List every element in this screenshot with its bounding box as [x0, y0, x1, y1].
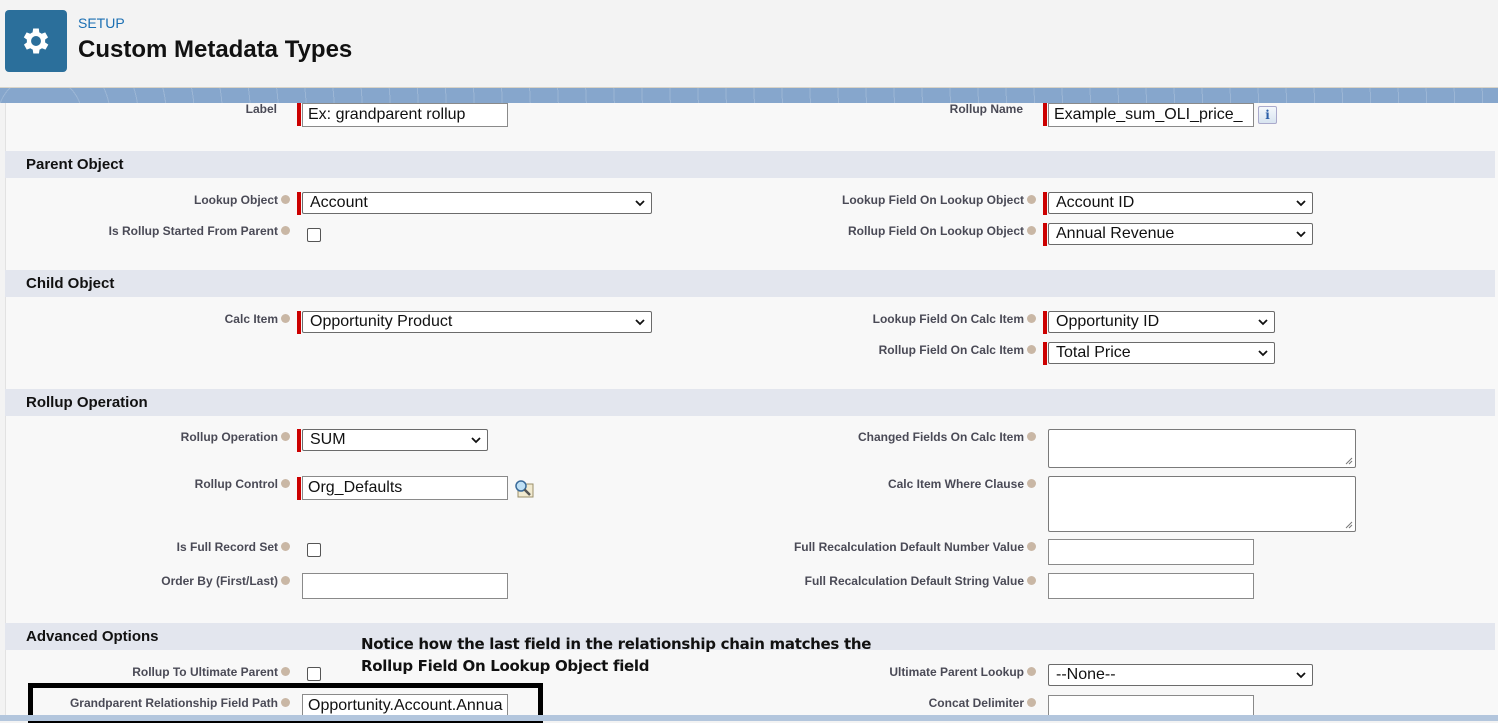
ultimate-parent-lookup-select[interactable]: --None--	[1048, 664, 1313, 686]
help-icon[interactable]	[1027, 226, 1036, 236]
lookup-field-on-lookup-object-select[interactable]: Account ID	[1048, 192, 1313, 214]
help-icon[interactable]	[1027, 667, 1036, 677]
calc-item-select[interactable]: Opportunity Product	[302, 311, 652, 333]
rollup-field-on-lookup-object-label: Rollup Field On Lookup Object	[848, 224, 1036, 238]
label-field-label: Label	[245, 102, 277, 116]
required-indicator	[1043, 342, 1047, 365]
rollup-to-ultimate-parent-label: Rollup To Ultimate Parent	[132, 665, 290, 679]
help-icon[interactable]	[1027, 479, 1036, 489]
calc-item-where-clause-label: Calc Item Where Clause	[888, 477, 1036, 491]
chevron-down-icon	[471, 437, 481, 444]
changed-fields-on-calc-item-textarea[interactable]	[1048, 429, 1356, 468]
section-title: Advanced Options	[26, 628, 159, 645]
chevron-down-icon	[1296, 200, 1306, 207]
page-header: SETUP Custom Metadata Types	[0, 0, 1498, 88]
section-title: Child Object	[26, 275, 115, 292]
chevron-down-icon	[1258, 319, 1268, 326]
chevron-down-icon	[1296, 672, 1306, 679]
full-recalc-default-string-label: Full Recalculation Default String Value	[805, 574, 1036, 588]
annotation-line-2: Rollup Field On Lookup Object field	[361, 657, 650, 675]
lookup-field-on-lookup-object-label: Lookup Field On Lookup Object	[842, 193, 1036, 207]
setup-app-icon	[5, 10, 67, 72]
is-full-record-set-checkbox[interactable]	[307, 543, 321, 557]
help-icon[interactable]	[281, 432, 290, 442]
help-icon[interactable]	[281, 667, 290, 677]
rollup-control-label: Rollup Control	[195, 477, 290, 491]
lookup-object-select[interactable]: Account	[302, 192, 652, 214]
help-icon[interactable]	[1027, 576, 1036, 586]
changed-fields-on-calc-item-label: Changed Fields On Calc Item	[858, 430, 1036, 444]
resize-grip-icon[interactable]	[1345, 457, 1353, 465]
resize-grip-icon[interactable]	[1345, 521, 1353, 529]
lookup-search-icon[interactable]	[513, 478, 535, 498]
rollup-operation-label: Rollup Operation	[181, 430, 290, 444]
order-by-label: Order By (First/Last)	[161, 574, 290, 588]
help-icon[interactable]	[281, 576, 290, 586]
full-recalc-default-number-input[interactable]	[1048, 539, 1254, 565]
is-rollup-started-from-parent-label: Is Rollup Started From Parent	[109, 224, 290, 238]
page-title: Custom Metadata Types	[78, 36, 353, 63]
section-parent-object: Parent Object	[5, 151, 1495, 178]
full-recalc-default-string-input[interactable]	[1048, 573, 1254, 599]
help-icon[interactable]	[1027, 195, 1036, 205]
help-icon[interactable]	[1027, 314, 1036, 324]
ultimate-parent-lookup-label: Ultimate Parent Lookup	[889, 665, 1036, 679]
gear-icon	[23, 28, 49, 54]
label-input[interactable]: Ex: grandparent rollup	[302, 103, 508, 127]
required-indicator	[297, 192, 301, 215]
help-icon[interactable]	[281, 479, 290, 489]
lookup-object-label: Lookup Object	[194, 193, 290, 207]
required-indicator	[1043, 103, 1047, 126]
section-rollup-operation: Rollup Operation	[5, 389, 1495, 416]
rollup-field-on-lookup-object-select[interactable]: Annual Revenue	[1048, 223, 1313, 245]
rollup-field-on-calc-item-select[interactable]: Total Price	[1048, 342, 1275, 364]
decorative-banner	[0, 87, 1498, 103]
full-recalc-default-number-label: Full Recalculation Default Number Value	[794, 540, 1036, 554]
rollup-operation-select[interactable]: SUM	[302, 429, 488, 451]
concat-delimiter-label: Concat Delimiter	[929, 696, 1036, 710]
lookup-field-on-calc-item-select[interactable]: Opportunity ID	[1048, 311, 1275, 333]
lookup-field-on-calc-item-label: Lookup Field On Calc Item	[873, 312, 1036, 326]
required-indicator	[297, 477, 301, 500]
help-icon[interactable]	[281, 226, 290, 236]
required-indicator	[1043, 311, 1047, 334]
is-rollup-started-from-parent-checkbox[interactable]	[307, 228, 321, 242]
section-child-object: Child Object	[5, 270, 1495, 297]
info-icon[interactable]: i	[1258, 106, 1277, 124]
help-icon[interactable]	[1027, 542, 1036, 552]
order-by-input[interactable]	[302, 573, 508, 599]
help-icon[interactable]	[1027, 698, 1036, 708]
is-full-record-set-label: Is Full Record Set	[177, 540, 290, 554]
help-icon[interactable]	[281, 314, 290, 324]
help-icon[interactable]	[1027, 345, 1036, 355]
calc-item-where-clause-textarea[interactable]	[1048, 476, 1356, 532]
breadcrumb-setup[interactable]: SETUP	[78, 15, 125, 31]
chevron-down-icon	[635, 200, 645, 207]
calc-item-label: Calc Item	[225, 312, 290, 326]
footer-band	[0, 715, 1498, 721]
rollup-to-ultimate-parent-checkbox[interactable]	[307, 667, 321, 681]
section-title: Rollup Operation	[26, 394, 148, 411]
rollup-control-input[interactable]: Org_Defaults	[302, 476, 508, 500]
required-indicator	[1043, 223, 1047, 246]
annotation-note: Notice how the last field in the relatio…	[361, 633, 871, 677]
section-title: Parent Object	[26, 156, 124, 173]
chevron-down-icon	[1296, 231, 1306, 238]
chevron-down-icon	[1258, 350, 1268, 357]
annotation-line-1: Notice how the last field in the relatio…	[361, 635, 872, 653]
required-indicator	[297, 103, 301, 126]
help-icon[interactable]	[281, 542, 290, 552]
rollup-name-input[interactable]: Example_sum_OLI_price_	[1048, 103, 1254, 127]
rollup-name-label: Rollup Name	[949, 102, 1023, 116]
required-indicator	[297, 311, 301, 334]
required-indicator	[1043, 192, 1047, 215]
chevron-down-icon	[635, 319, 645, 326]
help-icon[interactable]	[1027, 432, 1036, 442]
rollup-field-on-calc-item-label: Rollup Field On Calc Item	[879, 343, 1036, 357]
required-indicator	[297, 429, 301, 452]
help-icon[interactable]	[281, 195, 290, 205]
